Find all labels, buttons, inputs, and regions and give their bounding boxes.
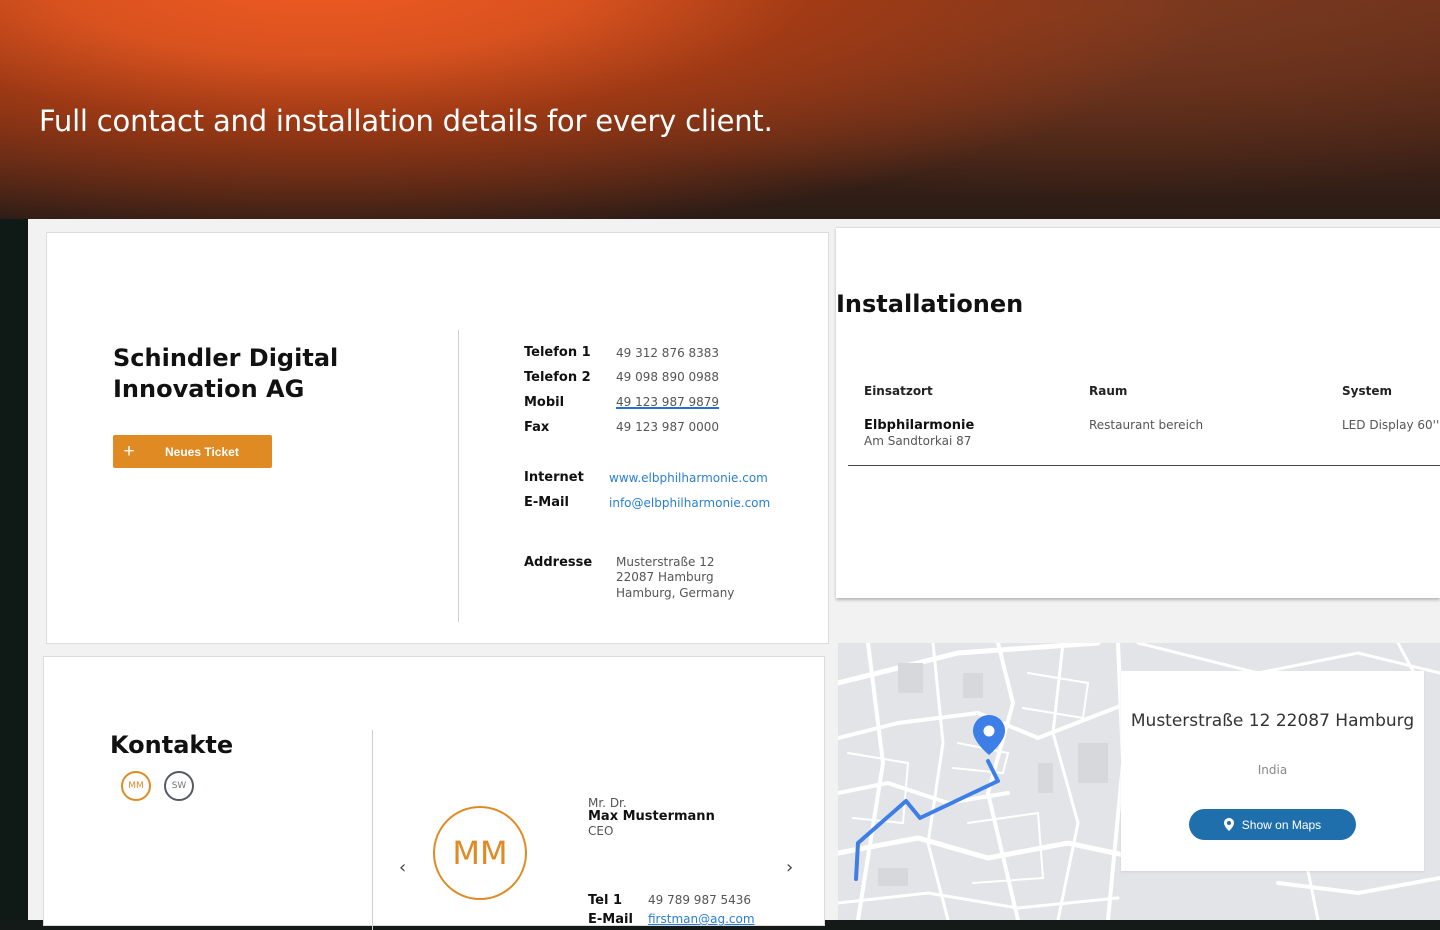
address-label: Addresse — [524, 555, 593, 570]
mobile-value[interactable]: 49 123 987 9879 — [616, 395, 719, 409]
chevron-right-icon[interactable]: › — [786, 857, 793, 878]
phone1-label: Telefon 1 — [524, 345, 591, 360]
website-link[interactable]: www.elbphilharmonie.com — [609, 471, 768, 485]
email-label: E-Mail — [524, 495, 569, 510]
contacts-title: Kontakte — [110, 731, 234, 759]
address-line3: Hamburg, Germany — [616, 586, 735, 600]
internet-label: Internet — [524, 470, 584, 485]
contact-tel1-label: Tel 1 — [588, 893, 622, 908]
column-header-room: Raum — [1089, 384, 1128, 398]
new-ticket-button[interactable]: + Neues Ticket — [113, 435, 272, 468]
installation-room: Restaurant bereich — [1089, 418, 1204, 432]
phone2-label: Telefon 2 — [524, 370, 591, 385]
map-address: Musterstraße 12 22087 Hamburg — [1130, 711, 1415, 731]
show-on-maps-label: Show on Maps — [1241, 817, 1322, 832]
email-link[interactable]: info@elbphilharmonie.com — [609, 496, 770, 510]
installation-address: Am Sandtorkai 87 — [864, 434, 972, 448]
row-divider — [848, 465, 1440, 466]
contact-chip-mm[interactable]: MM — [121, 771, 151, 801]
installations-card: Installationen Einsatzort Raum System El… — [836, 227, 1440, 598]
installation-name: Elbphilarmonie — [864, 418, 975, 433]
phone1-value[interactable]: 49 312 876 8383 — [616, 346, 719, 360]
map-card: Musterstraße 12 22087 Hamburg India Show… — [838, 643, 1440, 920]
new-ticket-label: Neues Ticket — [165, 444, 239, 459]
fax-label: Fax — [524, 420, 550, 435]
map-info-panel: Musterstraße 12 22087 Hamburg India Show… — [1121, 671, 1424, 871]
divider — [372, 730, 373, 930]
contact-tel1-value[interactable]: 49 789 987 5436 — [648, 893, 751, 907]
contact-salutation: Mr. Dr. — [588, 796, 627, 810]
location-pin-icon — [1223, 818, 1234, 831]
company-name-line2: Innovation AG — [113, 375, 305, 403]
company-name-line1: Schindler Digital — [113, 344, 339, 372]
installation-system: LED Display 60'' — [1342, 418, 1440, 432]
hero-banner: Full contact and installation details fo… — [0, 0, 1440, 219]
contact-email-link[interactable]: firstman@ag.com — [648, 912, 755, 926]
column-header-system: System — [1342, 384, 1392, 398]
left-edge-strip — [0, 219, 28, 920]
installations-title: Installationen — [836, 290, 1024, 318]
plus-icon: + — [123, 440, 135, 462]
fax-value[interactable]: 49 123 987 0000 — [616, 420, 719, 434]
show-on-maps-button[interactable]: Show on Maps — [1189, 809, 1356, 840]
address-line2: 22087 Hamburg — [616, 570, 714, 584]
mobile-label: Mobil — [524, 395, 565, 410]
address-line1: Musterstraße 12 — [616, 555, 715, 569]
map-country: India — [1257, 763, 1288, 777]
contacts-card: Kontakte MM SW ‹ MM Mr. Dr. Max Musterma… — [43, 656, 825, 930]
column-header-location: Einsatzort — [864, 384, 933, 398]
phone2-value[interactable]: 49 098 890 0988 — [616, 370, 719, 384]
contact-name: Max Mustermann — [588, 809, 715, 824]
contact-role: CEO — [588, 824, 614, 838]
chevron-left-icon[interactable]: ‹ — [399, 857, 406, 878]
hero-title: Full contact and installation details fo… — [39, 104, 773, 138]
company-card: Schindler Digital Innovation AG + Neues … — [46, 232, 829, 644]
avatar: MM — [433, 806, 527, 900]
divider — [458, 330, 459, 622]
company-name: Schindler Digital Innovation AG — [113, 343, 373, 405]
contact-chip-sw[interactable]: SW — [164, 771, 194, 801]
